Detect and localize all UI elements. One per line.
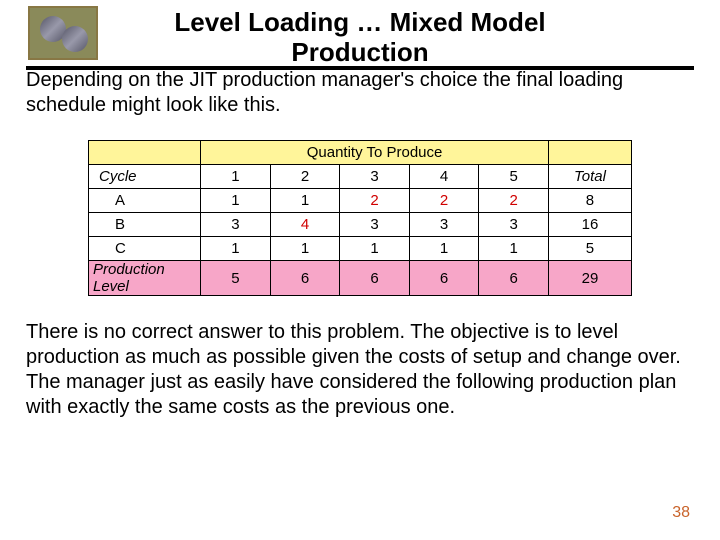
row-name: A (89, 189, 201, 213)
title-line1: Level Loading … Mixed Model (174, 7, 545, 37)
col-header: 2 (270, 165, 340, 189)
cell-highlight: 4 (270, 213, 340, 237)
summary-cell: 6 (479, 261, 549, 296)
page-number: 38 (672, 504, 690, 522)
summary-cell: 6 (340, 261, 410, 296)
row-total: 5 (548, 237, 631, 261)
summary-cell: 5 (201, 261, 271, 296)
col-header: 3 (340, 165, 410, 189)
cell: 1 (340, 237, 410, 261)
cell: 1 (201, 189, 271, 213)
row-total: 16 (548, 213, 631, 237)
cell: 1 (479, 237, 549, 261)
cell: 3 (340, 213, 410, 237)
total-header: Total (548, 165, 631, 189)
col-header: 4 (409, 165, 479, 189)
row-name: C (89, 237, 201, 261)
col-header: 1 (201, 165, 271, 189)
cell: 1 (409, 237, 479, 261)
closing-paragraph: There is no correct answer to this probl… (26, 320, 694, 420)
production-table: Quantity To Produce Cycle 1 2 3 4 5 Tota… (88, 140, 632, 296)
cell: 1 (270, 237, 340, 261)
cell-highlight: 2 (340, 189, 410, 213)
cell: 3 (201, 213, 271, 237)
table-corner-blank (89, 141, 201, 165)
cell: 3 (479, 213, 549, 237)
summary-total: 29 (548, 261, 631, 296)
title-line2: Production (0, 38, 720, 68)
row-name: B (89, 213, 201, 237)
summary-cell: 6 (270, 261, 340, 296)
cell: 1 (270, 189, 340, 213)
summary-cell: 6 (409, 261, 479, 296)
col-header: 5 (479, 165, 549, 189)
table-corner-blank-right (548, 141, 631, 165)
row-total: 8 (548, 189, 631, 213)
cell-highlight: 2 (409, 189, 479, 213)
intro-paragraph: Depending on the JIT production manager'… (26, 68, 694, 118)
slide-title: Level Loading … Mixed Model Production (0, 8, 720, 68)
cell: 1 (201, 237, 271, 261)
cell: 3 (409, 213, 479, 237)
summary-row-name: Production Level (89, 261, 201, 296)
row-header-label: Cycle (89, 165, 201, 189)
cell-highlight: 2 (479, 189, 549, 213)
table-title: Quantity To Produce (201, 141, 549, 165)
